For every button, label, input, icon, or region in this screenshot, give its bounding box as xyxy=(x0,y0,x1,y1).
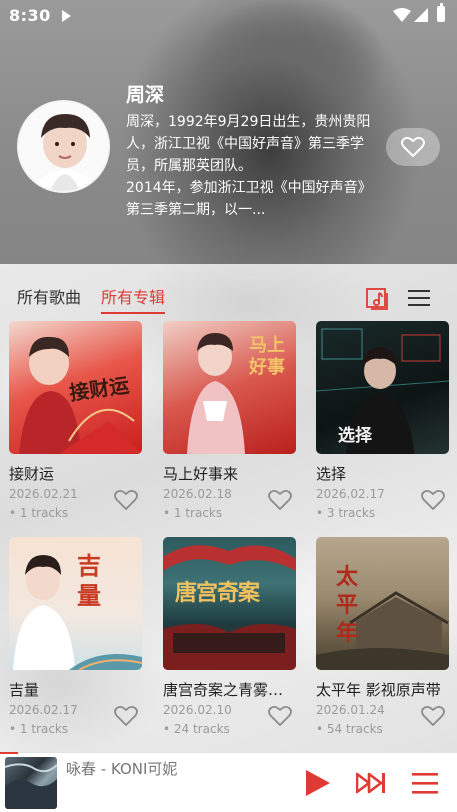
follow-artist-button[interactable] xyxy=(386,128,440,166)
artist-avatar[interactable] xyxy=(17,100,110,193)
heart-icon xyxy=(401,136,425,157)
album-date: 2026.02.21 xyxy=(9,487,78,501)
music-note-icon[interactable] xyxy=(366,288,388,310)
album-cover: 吉量 xyxy=(9,537,142,670)
album-cover-art xyxy=(316,328,449,454)
wifi-icon xyxy=(393,8,411,22)
album-date: 2026.01.24 xyxy=(316,703,385,717)
album-cover-title: 选择 xyxy=(338,426,372,446)
album-date: 2026.02.17 xyxy=(9,703,78,717)
album-track-count: • 1 tracks xyxy=(9,722,69,736)
artist-bio[interactable]: 周深，1992年9月29日出生，贵州贵阳人，浙江卫视《中国好声音》第三季学员，所… xyxy=(126,111,380,223)
album-date: 2026.02.17 xyxy=(316,487,385,501)
artist-avatar-image xyxy=(19,102,108,191)
battery-icon xyxy=(437,3,445,22)
album-cover: 马上好事 xyxy=(163,321,296,454)
heart-icon[interactable] xyxy=(268,705,292,727)
album-card[interactable]: 吉量 吉量 2026.02.17 • 1 tracks xyxy=(9,537,142,737)
status-bar: 8:30 xyxy=(0,0,457,30)
album-track-count: • 1 tracks xyxy=(9,506,69,520)
album-track-count: • 1 tracks xyxy=(163,506,223,520)
album-title: 马上好事来 xyxy=(163,465,239,483)
tab-all-albums[interactable]: 所有专辑 xyxy=(101,284,166,314)
playback-progress[interactable] xyxy=(0,752,18,754)
album-track-count: • 3 tracks xyxy=(316,506,376,520)
album-card[interactable]: 唐宫奇案 唐宫奇案之青雾风鸣 2026.02.10 • 24 tracks xyxy=(163,537,296,737)
now-playing-title: 咏春 - KONI可妮 xyxy=(66,760,178,778)
artist-name: 周深 xyxy=(126,84,165,106)
album-cover: 选择 xyxy=(316,321,449,454)
album-cover: 接财运 xyxy=(9,321,142,454)
album-date: 2026.02.10 xyxy=(163,703,232,717)
album-card[interactable]: 太平年 太平年 影视原声带 2026.01.24 • 54 tracks xyxy=(316,537,449,737)
album-card[interactable]: 马上好事 马上好事来 2026.02.18 • 1 tracks xyxy=(163,321,296,521)
album-cover-title: 马上好事 xyxy=(249,335,285,378)
album-track-count: • 24 tracks xyxy=(163,722,230,736)
album-date: 2026.02.18 xyxy=(163,487,232,501)
artist-bio-text: 周深，1992年9月29日出生，贵州贵阳人，浙江卫视《中国好声音》第三季学员，所… xyxy=(126,114,372,218)
now-playing-cover-art xyxy=(5,763,57,809)
album-cover: 唐宫奇案 xyxy=(163,537,296,670)
album-card[interactable]: 接财运 接财运 2026.02.21 • 1 tracks xyxy=(9,321,142,521)
play-icon[interactable] xyxy=(304,768,332,798)
album-cover-title: 太平年 xyxy=(336,564,359,646)
album-title: 选择 xyxy=(316,465,347,483)
album-track-count: • 54 tracks xyxy=(316,722,383,736)
skip-next-icon[interactable] xyxy=(356,772,386,794)
heart-icon[interactable] xyxy=(114,705,138,727)
album-card[interactable]: 选择 选择 2026.02.17 • 3 tracks xyxy=(316,321,449,521)
status-time: 8:30 xyxy=(9,6,51,25)
playlist-icon[interactable] xyxy=(412,771,438,795)
heart-icon[interactable] xyxy=(421,705,445,727)
album-cover-art xyxy=(13,555,142,670)
album-title: 太平年 影视原声带 xyxy=(316,681,441,699)
heart-icon[interactable] xyxy=(268,489,292,511)
tab-bar: 所有歌曲 所有专辑 xyxy=(0,284,457,314)
now-playing-cover[interactable] xyxy=(5,757,57,809)
album-cover-title: 吉量 xyxy=(77,551,101,610)
heart-icon[interactable] xyxy=(421,489,445,511)
artist-header: 8:30 周深 周深，1992年9月29日出生，贵州贵阳人，浙江卫视《中国好声音… xyxy=(0,0,457,264)
album-title: 接财运 xyxy=(9,465,55,483)
mini-player[interactable]: 咏春 - KONI可妮 xyxy=(0,752,457,812)
signal-icon xyxy=(414,8,428,22)
album-title: 吉量 xyxy=(9,681,40,699)
album-cover-title: 唐宫奇案 xyxy=(175,580,260,606)
menu-icon[interactable] xyxy=(408,289,430,307)
media-playing-icon xyxy=(62,10,71,22)
tab-all-songs[interactable]: 所有歌曲 xyxy=(17,284,81,314)
album-title: 唐宫奇案之青雾风鸣 xyxy=(163,681,288,699)
heart-icon[interactable] xyxy=(114,489,138,511)
album-cover: 太平年 xyxy=(316,537,449,670)
